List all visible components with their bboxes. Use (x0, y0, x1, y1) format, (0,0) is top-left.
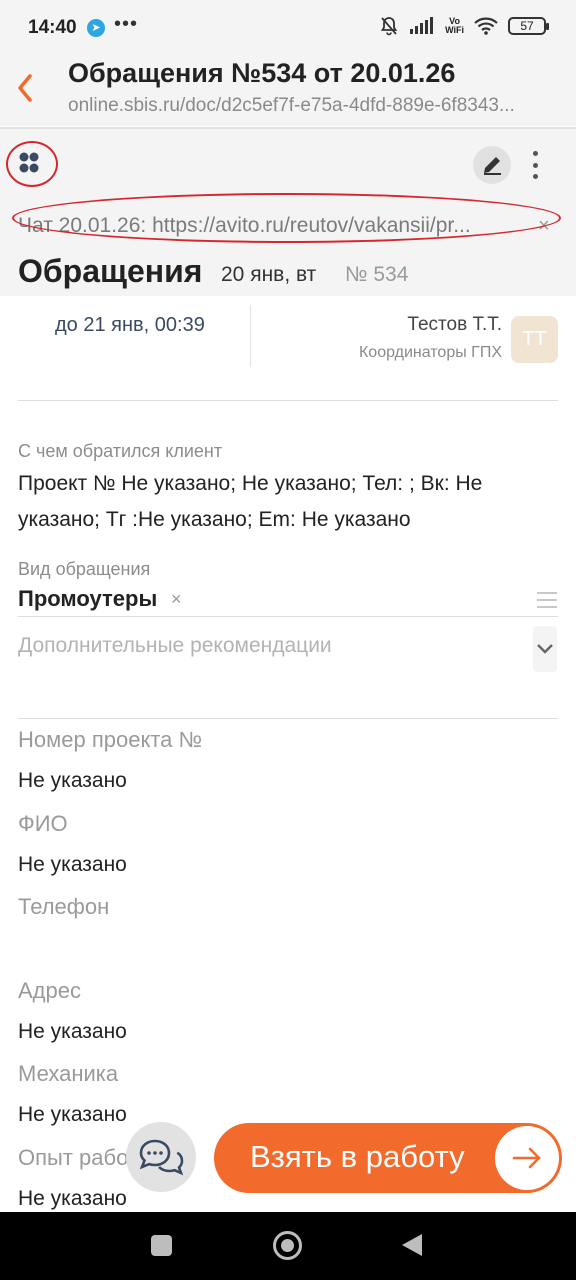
more-dot-icon (532, 151, 538, 156)
more-dot-icon (532, 162, 538, 168)
document-date: 20 янв, вт (221, 263, 317, 286)
back-button[interactable] (12, 70, 40, 106)
fio-label: ФИО (18, 811, 68, 836)
mechanics-label: Механика (18, 1061, 119, 1086)
client-request-label: С чем обратился клиент (18, 441, 223, 461)
wifi-icon (474, 17, 498, 35)
vowifi-bottom-text: WiFi (445, 25, 464, 35)
project-number-value[interactable]: Не указано (18, 763, 127, 798)
deadline[interactable]: до 21 янв, 00:39 (55, 314, 205, 337)
vowifi-icon: Vo WiFi (445, 17, 464, 35)
request-type-label: Вид обращения (18, 559, 151, 579)
assignee-group: Координаторы ГПХ (358, 344, 502, 361)
bell-muted-icon (379, 16, 399, 36)
project-number-label: Номер проекта № (18, 727, 203, 752)
system-navigation-bar (0, 1212, 576, 1280)
experience-value[interactable]: Не указано (18, 1181, 127, 1216)
home-icon[interactable] (273, 1231, 302, 1260)
take-to-work-label: Взять в работу (250, 1139, 465, 1174)
list-menu-icon[interactable] (537, 592, 557, 608)
edit-button[interactable] (473, 146, 511, 184)
client-request-line-2: указано; Тг :Не указано; Em: Не указано (18, 508, 411, 531)
battery-icon: 57 (508, 17, 549, 35)
chevron-left-icon (18, 74, 32, 102)
recent-apps-icon[interactable] (151, 1235, 172, 1256)
remove-icon[interactable]: × (171, 589, 182, 610)
request-type-value[interactable]: Промоутеры (18, 586, 157, 612)
status-bar: 14:40 ➤ ••• Vo WiFi 57 (0, 0, 576, 58)
phone-label: Телефон (18, 894, 110, 919)
chat-button[interactable] (126, 1122, 196, 1192)
arrow-right-icon (495, 1126, 559, 1190)
fio-value[interactable]: Не указано (18, 847, 127, 882)
mechanics-value[interactable]: Не указано (18, 1097, 127, 1132)
page-title: Обращения №534 от 20.01.26 (68, 58, 456, 88)
chevron-down-icon[interactable] (533, 626, 557, 672)
divider (18, 400, 558, 401)
row-separator (250, 305, 251, 367)
client-request-line-1: Проект № Не указано; Не указано; Тел: ; … (18, 472, 483, 495)
avatar[interactable]: ТТ (511, 316, 558, 363)
app-header: Обращения №534 от 20.01.26 online.sbis.r… (0, 58, 576, 126)
take-to-work-button[interactable]: Взять в работу (214, 1123, 562, 1193)
telegram-icon: ➤ (87, 19, 105, 37)
address-label: Адрес (18, 978, 81, 1003)
signal-icon (409, 17, 435, 35)
chat-bubbles-icon (139, 1139, 184, 1176)
divider (18, 718, 558, 719)
recommendations-field[interactable]: Дополнительные рекомендации (18, 634, 332, 658)
more-menu-button[interactable] (524, 147, 546, 183)
document-toolbar: Чат 20.01.26: https://avito.ru/reutov/va… (0, 129, 576, 296)
more-dot-icon (532, 174, 538, 179)
more-notifications-indicator: ••• (114, 13, 139, 35)
annotation-circle (6, 141, 58, 187)
status-time: 14:40 (28, 17, 77, 38)
annotation-ellipse (12, 193, 561, 243)
back-triangle-icon[interactable] (402, 1234, 422, 1256)
divider (18, 616, 558, 617)
address-value[interactable]: Не указано (18, 1014, 127, 1049)
document-title: Обращения (18, 253, 203, 289)
page-url[interactable]: online.sbis.ru/doc/d2c5ef7f-e75a-4dfd-88… (68, 95, 576, 117)
document-number: № 534 (345, 263, 409, 286)
assignee-name[interactable]: Тестов Т.Т. (407, 314, 502, 336)
pencil-icon (484, 157, 501, 175)
